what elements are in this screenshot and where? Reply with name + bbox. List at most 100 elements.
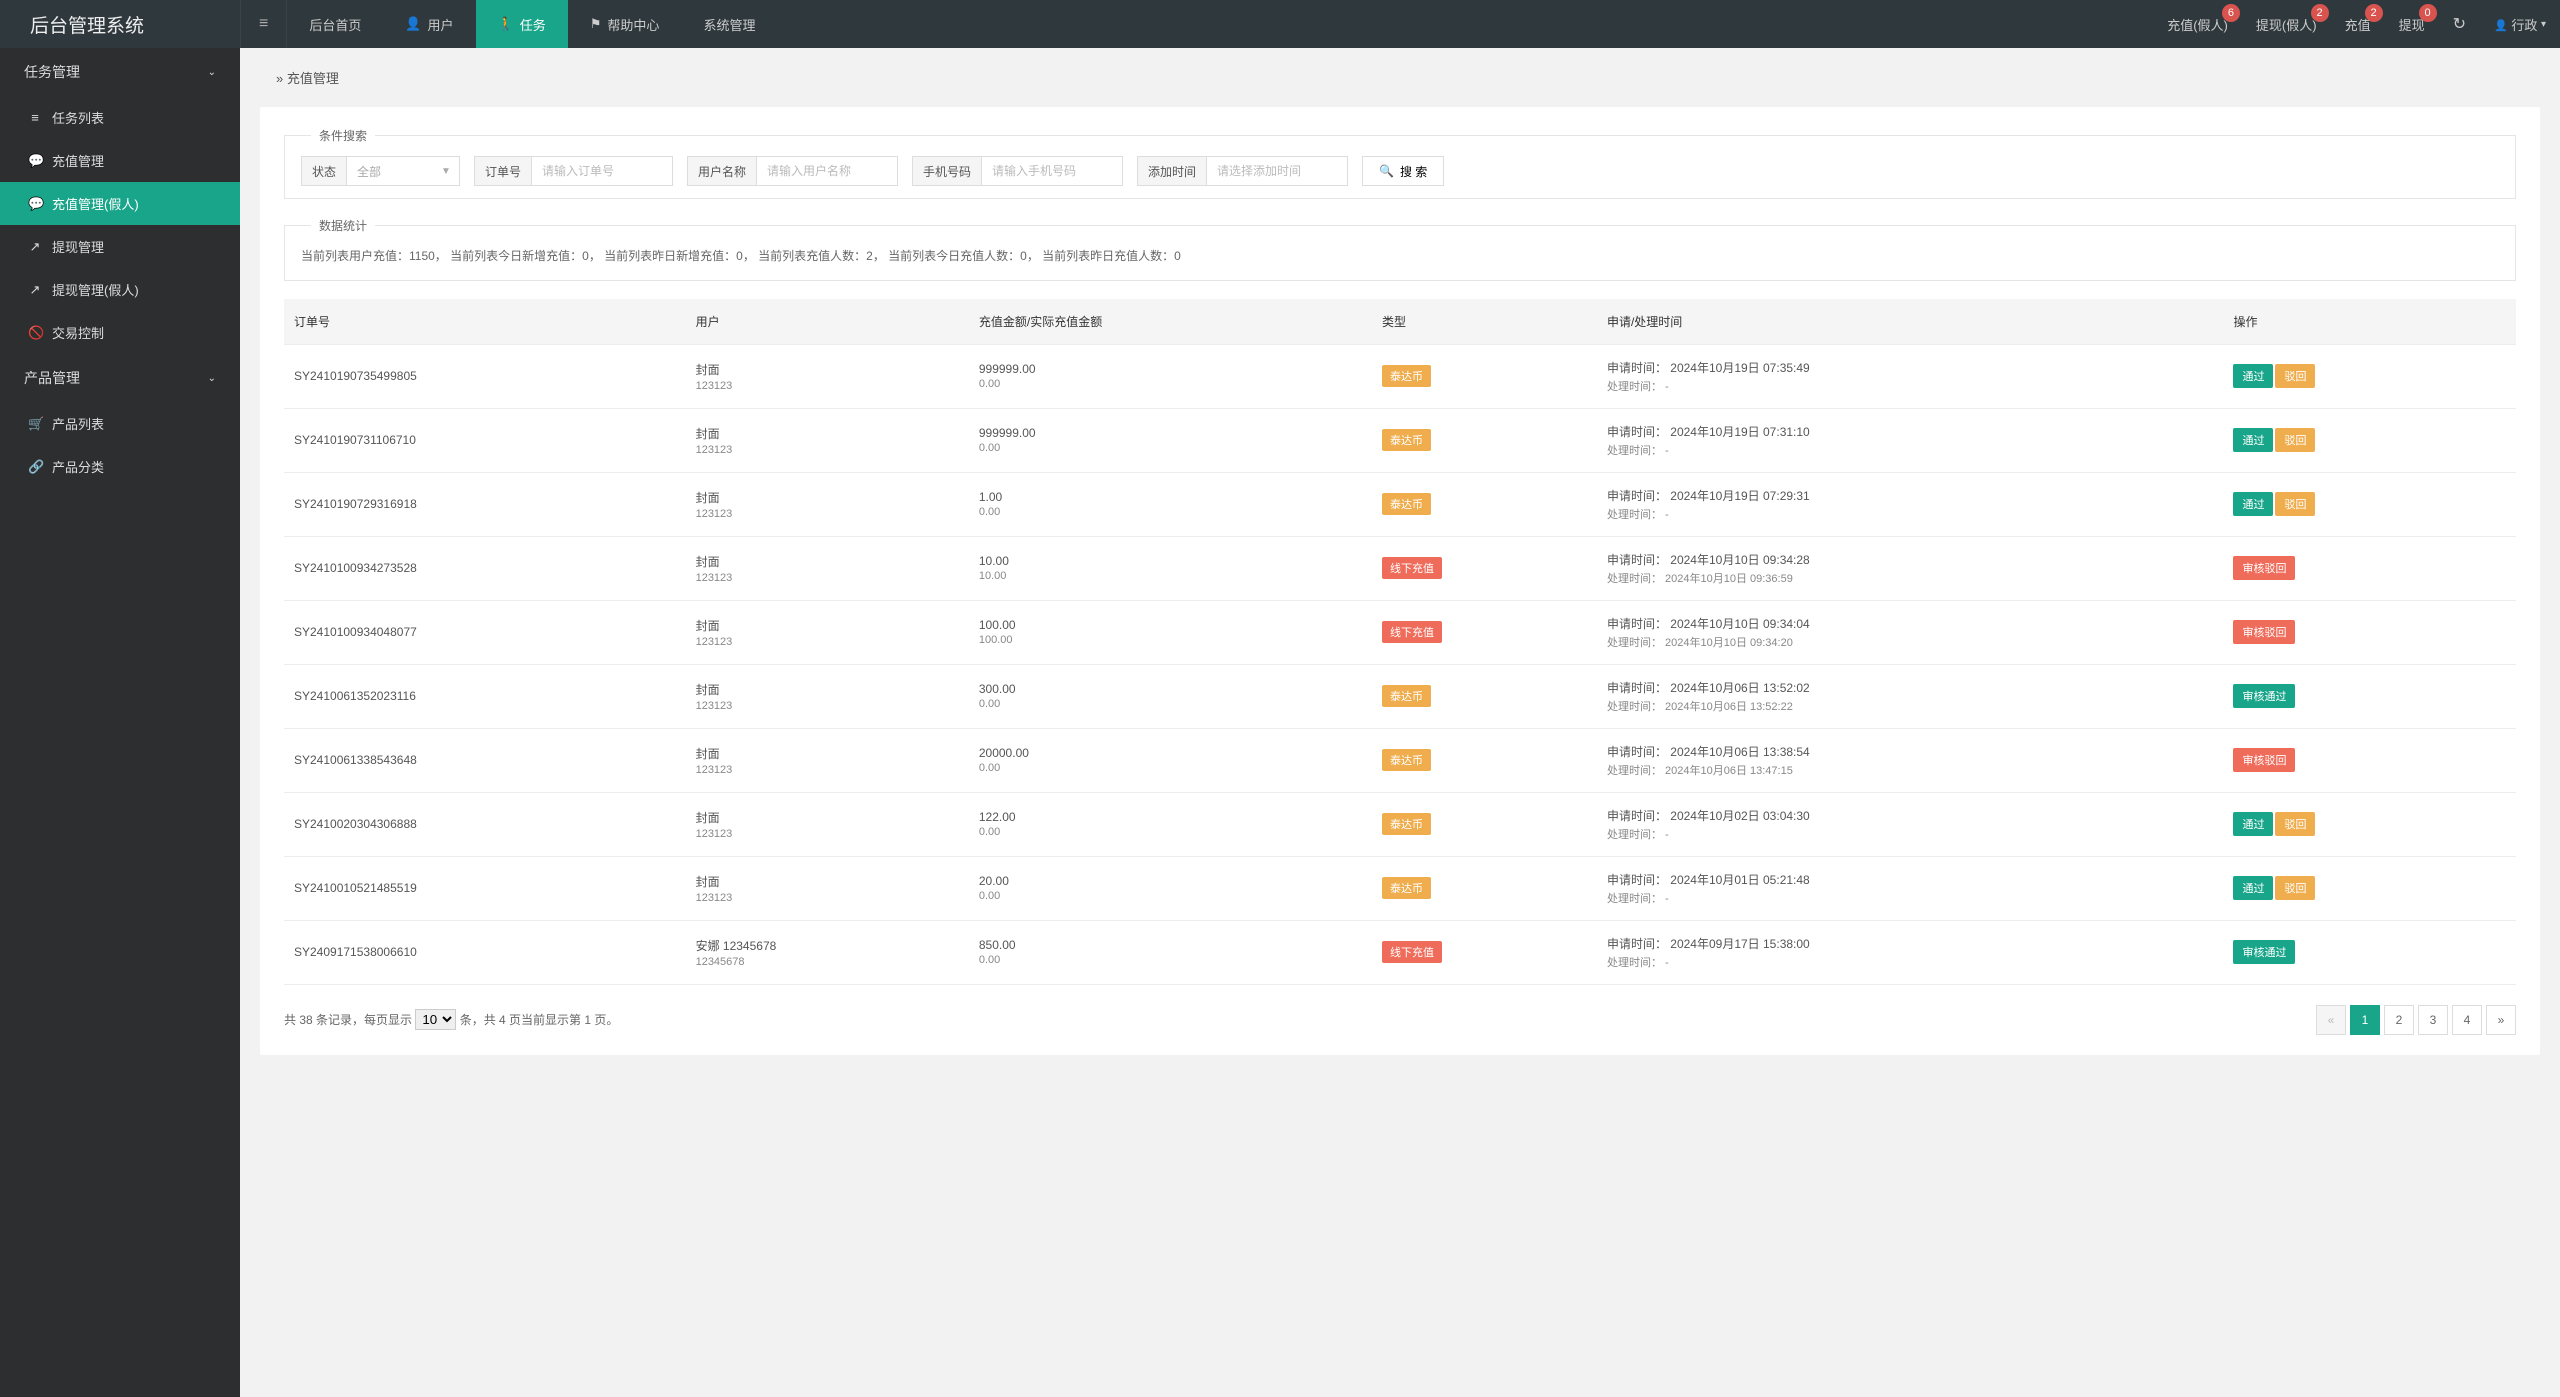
top-right-item[interactable]: 充值2 [2331, 0, 2385, 48]
nav-item[interactable]: 👤用户 [383, 0, 475, 48]
nav-item[interactable]: ⚑帮助中心 [568, 0, 682, 48]
status-field[interactable]: 状态 全部 ▼ [301, 156, 460, 186]
column-header: 申请/处理时间 [1597, 299, 2224, 345]
cell-ops: 审核驳回 [2223, 600, 2516, 664]
page-button[interactable]: 3 [2418, 1005, 2448, 1035]
op-button[interactable]: 审核驳回 [2233, 620, 2295, 644]
phone-input[interactable] [982, 157, 1122, 185]
cell-ops: 通过驳回 [2223, 792, 2516, 856]
table-row: SY2410061338543648封面12312320000.000.00泰达… [284, 728, 2516, 792]
nav-item[interactable]: 🚶任务 [476, 0, 568, 48]
op-button[interactable]: 驳回 [2275, 876, 2315, 900]
top-right: 充值(假人)6提现(假人)2充值2提现0 行政 ▾ [2153, 0, 2560, 48]
cell-user: 封面123123 [686, 472, 969, 536]
sidebar-item[interactable]: 💬充值管理 [0, 139, 240, 182]
page-button[interactable]: 4 [2452, 1005, 2482, 1035]
cell-time: 申请时间： 2024年10月19日 07:35:49处理时间： - [1597, 344, 2224, 408]
chat-icon: 💬 [28, 196, 42, 212]
op-button[interactable]: 审核驳回 [2233, 556, 2295, 580]
type-tag: 泰达币 [1382, 685, 1431, 707]
page-button[interactable]: 1 [2350, 1005, 2380, 1035]
search-row: 状态 全部 ▼ 订单号 用户名称 手机号码 [301, 156, 2499, 186]
perpage-select[interactable]: 10 [415, 1009, 456, 1030]
page-button[interactable]: » [2486, 1005, 2516, 1035]
type-tag: 线下充值 [1382, 557, 1442, 579]
op-button[interactable]: 审核通过 [2233, 940, 2295, 964]
pagination: «1234» [2316, 1005, 2516, 1035]
sidebar-item[interactable]: ≡任务列表 [0, 96, 240, 139]
op-button[interactable]: 驳回 [2275, 812, 2315, 836]
op-button[interactable]: 驳回 [2275, 428, 2315, 452]
type-tag: 泰达币 [1382, 493, 1431, 515]
page-button[interactable]: « [2316, 1005, 2346, 1035]
op-button[interactable]: 审核驳回 [2233, 748, 2295, 772]
op-button[interactable]: 通过 [2233, 364, 2273, 388]
table-row: SY2410010521485519封面12312320.000.00泰达币申请… [284, 856, 2516, 920]
sidebar-group-title[interactable]: 任务管理⌄ [0, 48, 240, 96]
cell-type: 线下充值 [1372, 920, 1597, 984]
top-nav: 后台首页👤用户🚶任务⚑帮助中心系统管理 [287, 0, 777, 48]
status-label: 状态 [302, 157, 347, 185]
op-button[interactable]: 通过 [2233, 428, 2273, 452]
sidebar-item[interactable]: 🔗产品分类 [0, 445, 240, 488]
cell-amount: 20.000.00 [969, 856, 1372, 920]
column-header: 用户 [686, 299, 969, 345]
table-row: SY2410061352023116封面123123300.000.00泰达币申… [284, 664, 2516, 728]
sidebar-item[interactable]: ↗提现管理(假人) [0, 268, 240, 311]
type-tag: 泰达币 [1382, 749, 1431, 771]
table-row: SY2410190729316918封面1231231.000.00泰达币申请时… [284, 472, 2516, 536]
op-button[interactable]: 通过 [2233, 492, 2273, 516]
op-button[interactable]: 驳回 [2275, 492, 2315, 516]
table-row: SY2410190731106710封面123123999999.000.00泰… [284, 408, 2516, 472]
orderno-input[interactable] [532, 157, 672, 185]
brand: 后台管理系统 [0, 11, 240, 38]
cell-type: 泰达币 [1372, 856, 1597, 920]
top-right-item[interactable]: 提现(假人)2 [2242, 0, 2331, 48]
page-button[interactable]: 2 [2384, 1005, 2414, 1035]
table-row: SY2410190735499805封面123123999999.000.00泰… [284, 344, 2516, 408]
badge: 2 [2365, 4, 2383, 22]
sidebar-item[interactable]: 🛒产品列表 [0, 402, 240, 445]
out-icon: ↗ [28, 239, 42, 255]
top-right-item[interactable]: 提现0 [2385, 0, 2439, 48]
type-tag: 泰达币 [1382, 877, 1431, 899]
sidebar-item[interactable]: 💬充值管理(假人) [0, 182, 240, 225]
nav-item[interactable]: 后台首页 [287, 0, 383, 48]
op-button[interactable]: 审核通过 [2233, 684, 2295, 708]
column-header: 操作 [2223, 299, 2516, 345]
phone-field: 手机号码 [912, 156, 1123, 186]
cell-amount: 999999.000.00 [969, 408, 1372, 472]
time-input[interactable] [1207, 157, 1347, 185]
out-icon: ↗ [28, 282, 42, 298]
cell-ops: 审核驳回 [2223, 536, 2516, 600]
cell-type: 线下充值 [1372, 600, 1597, 664]
cell-type: 泰达币 [1372, 728, 1597, 792]
cell-user: 封面123123 [686, 344, 969, 408]
cell-type: 泰达币 [1372, 408, 1597, 472]
cell-user: 封面123123 [686, 600, 969, 664]
nav-item[interactable]: 系统管理 [681, 0, 777, 48]
sidebar-toggle-icon[interactable]: ≡ [240, 0, 287, 48]
column-header: 类型 [1372, 299, 1597, 345]
op-button[interactable]: 驳回 [2275, 364, 2315, 388]
cell-user: 封面123123 [686, 408, 969, 472]
cell-time: 申请时间： 2024年09月17日 15:38:00处理时间： - [1597, 920, 2224, 984]
sidebar-item[interactable]: ↗提现管理 [0, 225, 240, 268]
op-button[interactable]: 通过 [2233, 812, 2273, 836]
top-right-item[interactable]: 充值(假人)6 [2153, 0, 2242, 48]
admin-menu[interactable]: 行政 ▾ [2480, 0, 2560, 48]
walk-icon: 🚶 [498, 16, 514, 32]
search-button[interactable]: 🔍 搜 索 [1362, 156, 1444, 186]
cell-order: SY2409171538006610 [284, 920, 686, 984]
cell-time: 申请时间： 2024年10月10日 09:34:04处理时间： 2024年10月… [1597, 600, 2224, 664]
cell-user: 安娜 1234567812345678 [686, 920, 969, 984]
username-field: 用户名称 [687, 156, 898, 186]
refresh-button[interactable] [2439, 0, 2480, 48]
cell-time: 申请时间： 2024年10月06日 13:38:54处理时间： 2024年10月… [1597, 728, 2224, 792]
username-input[interactable] [757, 157, 897, 185]
orderno-field: 订单号 [474, 156, 673, 186]
main-card: 条件搜索 状态 全部 ▼ 订单号 用户名称 [260, 107, 2540, 1055]
op-button[interactable]: 通过 [2233, 876, 2273, 900]
sidebar-item[interactable]: 🚫交易控制 [0, 311, 240, 354]
sidebar-group-title[interactable]: 产品管理⌄ [0, 354, 240, 402]
